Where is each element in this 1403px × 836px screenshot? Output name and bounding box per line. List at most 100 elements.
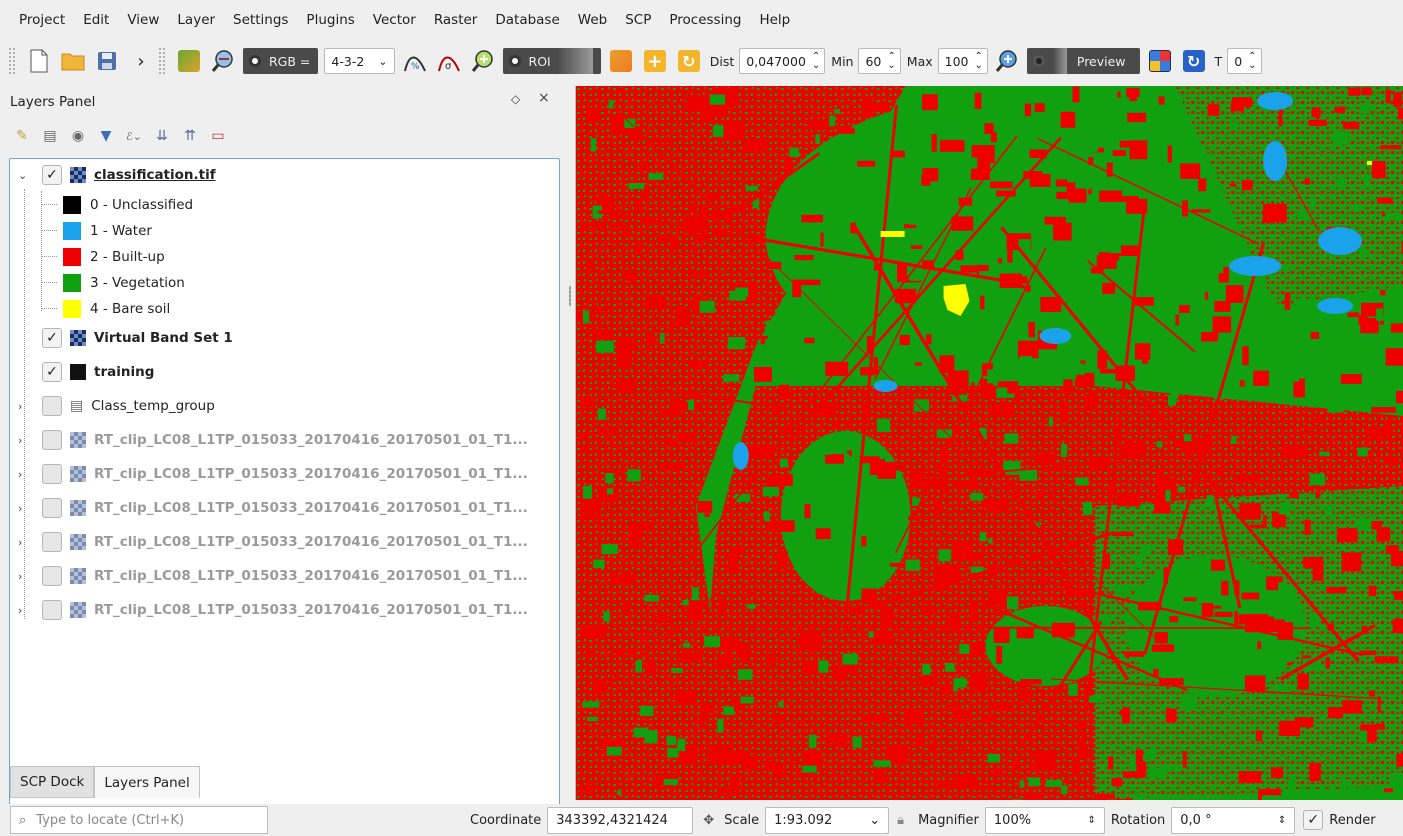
add-roi-button[interactable]: + <box>641 47 669 75</box>
menu-web[interactable]: Web <box>569 12 616 28</box>
layer-rt-clip[interactable]: › RT_clip_LC08_L1TP_015033_20170416_2017… <box>16 461 528 487</box>
layer-visibility-checkbox[interactable]: ✓ <box>42 165 62 185</box>
menu-settings[interactable]: Settings <box>224 12 297 28</box>
menu-raster[interactable]: Raster <box>425 12 487 28</box>
land-cover-patch <box>1341 552 1362 572</box>
locator-search[interactable]: ⌕ Type to locate (Ctrl+K) <box>10 806 268 834</box>
land-cover-patch <box>1006 596 1019 610</box>
land-cover-patch <box>1266 619 1285 632</box>
map-canvas[interactable] <box>575 86 1403 800</box>
style-manager-icon[interactable]: ✎ <box>12 126 32 146</box>
layer-visibility-checkbox[interactable] <box>42 464 62 484</box>
layer-group-class-temp[interactable]: › ▤ Class_temp_group <box>16 393 215 419</box>
collapse-all-icon[interactable]: ⇈ <box>180 126 200 146</box>
menu-view[interactable]: View <box>118 12 168 28</box>
layer-training[interactable]: ✓ training <box>16 359 154 385</box>
expand-chevron-icon[interactable]: › <box>18 434 28 447</box>
toolbar-grip[interactable] <box>8 47 16 75</box>
max-spinbox[interactable]: 100 ⌃ ⌄ <box>937 48 988 74</box>
expand-all-icon[interactable]: ⇊ <box>152 126 172 146</box>
zoom-band-set-button[interactable] <box>209 47 237 75</box>
eye-icon[interactable]: ◉ <box>68 126 88 146</box>
layer-rt-clip[interactable]: › RT_clip_LC08_L1TP_015033_20170416_2017… <box>16 495 528 521</box>
layer-virtual-band-set[interactable]: ✓ Virtual Band Set 1 <box>16 325 233 351</box>
render-checkbox[interactable]: ✓ <box>1303 810 1324 830</box>
menu-project[interactable]: Project <box>10 12 74 28</box>
open-project-button[interactable] <box>59 47 87 75</box>
preview-toggle[interactable]: Preview <box>1026 48 1140 74</box>
menu-processing[interactable]: Processing <box>660 12 750 28</box>
filter-expression-icon[interactable]: ℰ⌄ <box>124 126 144 146</box>
menu-help[interactable]: Help <box>750 12 799 28</box>
float-dock-button[interactable]: ◇ <box>511 92 520 106</box>
toolbar-grip-2[interactable] <box>158 47 166 75</box>
rotation-spinbox[interactable]: 0,0 ° ⇕ <box>1171 806 1296 834</box>
close-dock-button[interactable]: × <box>538 90 550 106</box>
rgb-combo[interactable]: 4-3-2 ⌄ <box>324 48 395 74</box>
layer-rt-clip[interactable]: › RT_clip_LC08_L1TP_015033_20170416_2017… <box>16 563 528 589</box>
menu-edit[interactable]: Edit <box>74 12 118 28</box>
layer-rt-clip[interactable]: › RT_clip_LC08_L1TP_015033_20170416_2017… <box>16 427 528 453</box>
expand-chevron-icon[interactable]: › <box>18 400 28 413</box>
roi-toggle[interactable]: ROI <box>502 48 601 74</box>
menu-plugins[interactable]: Plugins <box>297 12 363 28</box>
layer-visibility-checkbox[interactable]: ✓ <box>42 362 62 382</box>
menu-database[interactable]: Database <box>486 12 568 28</box>
expand-chevron-icon[interactable]: › <box>18 502 28 515</box>
expand-chevron-icon[interactable]: › <box>18 468 28 481</box>
land-cover-patch <box>820 232 824 247</box>
extents-toggle-icon[interactable]: ✥ <box>703 813 714 828</box>
redo-preview-button[interactable]: ↻ <box>1180 47 1208 75</box>
redo-roi-button[interactable]: ↻ <box>675 47 703 75</box>
scp-tools-button[interactable] <box>175 47 203 75</box>
menu-scp[interactable]: SCP <box>616 12 660 28</box>
filter-icon[interactable]: ▼ <box>96 126 116 146</box>
water-body <box>732 442 749 470</box>
land-cover-patch <box>987 369 999 384</box>
land-cover-patch <box>953 687 958 692</box>
stddev-stretch-button[interactable]: σ <box>435 47 463 75</box>
add-group-icon[interactable]: ▤ <box>40 126 60 146</box>
expand-chevron-icon[interactable]: ⌄ <box>18 169 28 182</box>
rgb-composite-toggle[interactable]: RGB = <box>243 48 319 74</box>
tree-line <box>41 282 57 283</box>
zoom-roi-button[interactable] <box>469 47 497 75</box>
menu-vector[interactable]: Vector <box>364 12 425 28</box>
land-cover-patch <box>1334 106 1346 113</box>
layer-visibility-checkbox[interactable] <box>42 566 62 586</box>
dock-splitter[interactable] <box>566 86 575 800</box>
new-project-button[interactable] <box>25 47 53 75</box>
land-cover-patch <box>1167 145 1172 163</box>
more-tools-button[interactable]: › <box>127 47 155 75</box>
magnifier-spinbox[interactable]: 100% ⇕ <box>984 806 1105 834</box>
scale-combo[interactable]: 1:93.092 ⌄ <box>765 806 890 834</box>
land-cover-patch <box>1191 209 1211 213</box>
menu-layer[interactable]: Layer <box>168 12 224 28</box>
layer-visibility-checkbox[interactable] <box>42 532 62 552</box>
layer-rt-clip[interactable]: › RT_clip_LC08_L1TP_015033_20170416_2017… <box>16 529 528 555</box>
tab-layers-panel[interactable]: Layers Panel <box>94 766 200 798</box>
save-project-button[interactable] <box>93 47 121 75</box>
layer-visibility-checkbox[interactable] <box>42 600 62 620</box>
expand-chevron-icon[interactable]: › <box>18 536 28 549</box>
t-spinbox[interactable]: 0 ⌃ ⌄ <box>1227 48 1262 74</box>
coordinate-field[interactable]: 343392,4321424 <box>547 806 694 834</box>
layer-classification[interactable]: ⌄ ✓ classification.tif <box>16 162 216 188</box>
remove-layer-icon[interactable]: ▭ <box>208 126 228 146</box>
expand-chevron-icon[interactable]: › <box>18 570 28 583</box>
layer-rt-clip[interactable]: › RT_clip_LC08_L1TP_015033_20170416_2017… <box>16 597 528 623</box>
tab-scp-dock[interactable]: SCP Dock <box>10 766 95 798</box>
expand-chevron-icon[interactable]: › <box>18 604 28 617</box>
create-roi-button[interactable] <box>607 47 635 75</box>
layer-visibility-checkbox[interactable]: ✓ <box>42 328 62 348</box>
layer-visibility-checkbox[interactable] <box>42 430 62 450</box>
dist-spinbox[interactable]: 0,047000 ⌃ ⌄ <box>739 48 826 74</box>
zoom-preview-button[interactable] <box>993 47 1021 75</box>
local-stretch-button[interactable]: % <box>401 47 429 75</box>
land-cover-patch <box>877 461 897 479</box>
classification-preview-button[interactable] <box>1146 47 1174 75</box>
lock-icon[interactable]: 🔒︎ <box>897 813 904 828</box>
layer-visibility-checkbox[interactable] <box>42 396 62 416</box>
min-spinbox[interactable]: 60 ⌃ ⌄ <box>858 48 901 74</box>
layer-visibility-checkbox[interactable] <box>42 498 62 518</box>
